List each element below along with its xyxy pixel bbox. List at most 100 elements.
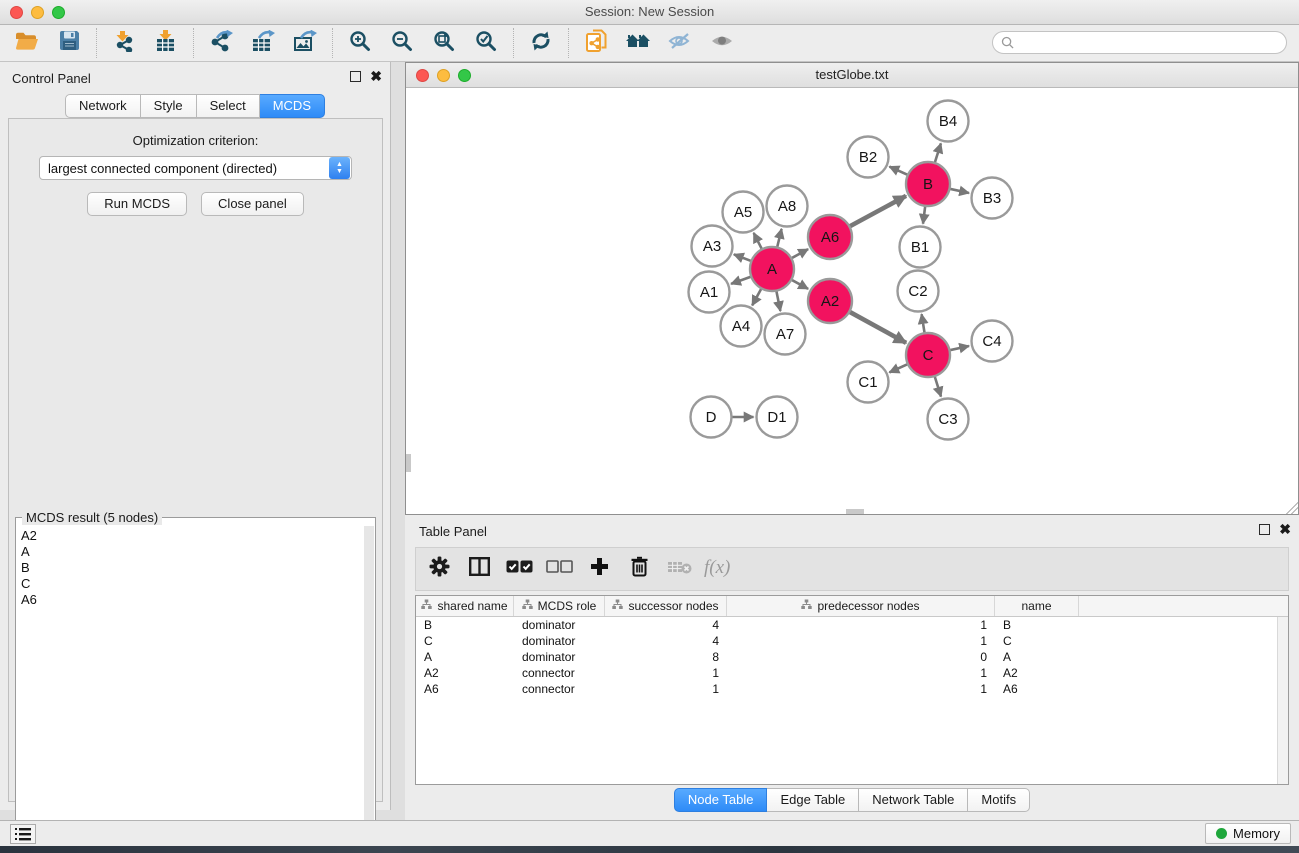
float-panel-icon[interactable] bbox=[350, 71, 361, 82]
show-all-button[interactable] bbox=[701, 27, 743, 59]
delete-column-button[interactable] bbox=[626, 554, 652, 584]
table-cell[interactable]: 0 bbox=[727, 649, 995, 665]
graph-node-B4[interactable]: B4 bbox=[928, 101, 969, 142]
graph-node-A5[interactable]: A5 bbox=[723, 192, 764, 233]
search-input[interactable] bbox=[992, 31, 1287, 54]
graph-node-A6[interactable]: A6 bbox=[808, 215, 852, 259]
memory-button[interactable]: Memory bbox=[1205, 823, 1291, 844]
canvas-vscroll[interactable] bbox=[406, 454, 411, 472]
graph-node-C1[interactable]: C1 bbox=[848, 362, 889, 403]
home-button[interactable] bbox=[617, 27, 659, 59]
zoom-in-button[interactable] bbox=[339, 27, 381, 59]
graph-edge-C-C4[interactable] bbox=[948, 346, 970, 351]
zoom-out-button[interactable] bbox=[381, 27, 423, 59]
table-cell[interactable]: A2 bbox=[995, 665, 1079, 681]
graph-edge-A6-B[interactable] bbox=[848, 196, 906, 228]
table-row[interactable]: A6connector11A6 bbox=[416, 681, 1288, 697]
graph-node-C3[interactable]: C3 bbox=[928, 399, 969, 440]
graph-node-A1[interactable]: A1 bbox=[689, 272, 730, 313]
refresh-button[interactable] bbox=[520, 27, 562, 59]
graph-edge-A-A1[interactable] bbox=[731, 276, 753, 284]
float-table-panel-icon[interactable] bbox=[1259, 524, 1270, 535]
graph-node-B1[interactable]: B1 bbox=[900, 227, 941, 268]
tab-edge-table[interactable]: Edge Table bbox=[767, 788, 859, 812]
save-button[interactable] bbox=[48, 27, 90, 59]
graph-node-B[interactable]: B bbox=[906, 162, 950, 206]
graph-edge-A2-C[interactable] bbox=[848, 311, 907, 343]
graph-edge-B-B3[interactable] bbox=[948, 188, 970, 193]
import-table-button[interactable] bbox=[145, 27, 187, 59]
table-cell[interactable]: connector bbox=[514, 665, 605, 681]
graph-edge-A-A4[interactable] bbox=[752, 287, 762, 306]
column-header-shared-name[interactable]: shared name bbox=[416, 596, 514, 616]
table-row[interactable]: Cdominator41C bbox=[416, 633, 1288, 649]
mcds-result-item[interactable]: B bbox=[21, 560, 364, 576]
table-cell[interactable]: 1 bbox=[605, 681, 727, 697]
graph-node-A[interactable]: A bbox=[750, 247, 794, 291]
columns-button[interactable] bbox=[466, 554, 492, 584]
tab-mcds[interactable]: MCDS bbox=[260, 94, 325, 118]
tab-network[interactable]: Network bbox=[65, 94, 141, 118]
graph-edge-A-A8[interactable] bbox=[777, 229, 782, 250]
graph-node-A3[interactable]: A3 bbox=[692, 226, 733, 267]
table-cell[interactable]: C bbox=[995, 633, 1079, 649]
run-mcds-button[interactable]: Run MCDS bbox=[87, 192, 187, 216]
graph-node-A2[interactable]: A2 bbox=[808, 279, 852, 323]
task-history-button[interactable] bbox=[10, 824, 36, 844]
graph-edge-C-C2[interactable] bbox=[922, 314, 925, 335]
function-builder-button[interactable]: f(x) bbox=[706, 554, 732, 584]
table-cell[interactable]: B bbox=[995, 617, 1079, 633]
graph-node-B3[interactable]: B3 bbox=[972, 178, 1013, 219]
graph-edge-C-C1[interactable] bbox=[889, 363, 909, 372]
table-cell[interactable]: dominator bbox=[514, 617, 605, 633]
new-network-from-selection-button[interactable] bbox=[575, 27, 617, 59]
tab-network-table[interactable]: Network Table bbox=[859, 788, 968, 812]
table-cell[interactable]: A6 bbox=[995, 681, 1079, 697]
graph-node-D[interactable]: D bbox=[691, 397, 732, 438]
select-all-button[interactable] bbox=[506, 554, 532, 584]
network-graph[interactable]: A B C A2 A6 A1 A3 A4 A5 A7 A8 B1 B2 B3 B… bbox=[406, 88, 1298, 514]
graph-node-D1[interactable]: D1 bbox=[757, 397, 798, 438]
graph-node-A7[interactable]: A7 bbox=[765, 314, 806, 355]
export-image-button[interactable] bbox=[284, 27, 326, 59]
table-scrollbar[interactable] bbox=[1277, 617, 1288, 784]
zoom-fit-button[interactable] bbox=[423, 27, 465, 59]
tab-node-table[interactable]: Node Table bbox=[674, 788, 768, 812]
table-row[interactable]: Bdominator41B bbox=[416, 617, 1288, 633]
graph-node-B2[interactable]: B2 bbox=[848, 137, 889, 178]
table-cell[interactable]: B bbox=[416, 617, 514, 633]
graph-edge-B-B2[interactable] bbox=[889, 167, 909, 176]
table-cell[interactable]: 1 bbox=[727, 617, 995, 633]
graph-node-C4[interactable]: C4 bbox=[972, 321, 1013, 362]
table-cell[interactable]: 1 bbox=[727, 633, 995, 649]
table-cell[interactable]: 4 bbox=[605, 617, 727, 633]
column-header-MCDS-role[interactable]: MCDS role bbox=[514, 596, 605, 616]
column-header-name[interactable]: name bbox=[995, 596, 1079, 616]
graph-node-A8[interactable]: A8 bbox=[767, 186, 808, 227]
resize-grip-icon[interactable] bbox=[1286, 502, 1298, 514]
deselect-all-button[interactable] bbox=[546, 554, 572, 584]
mcds-result-item[interactable]: A bbox=[21, 544, 364, 560]
network-canvas[interactable]: A B C A2 A6 A1 A3 A4 A5 A7 A8 B1 B2 B3 B… bbox=[406, 88, 1298, 514]
export-table-button[interactable] bbox=[242, 27, 284, 59]
table-cell[interactable]: A bbox=[416, 649, 514, 665]
export-network-button[interactable] bbox=[200, 27, 242, 59]
canvas-hscroll[interactable] bbox=[846, 509, 864, 514]
result-scrollbar[interactable] bbox=[364, 526, 374, 853]
table-row[interactable]: Adominator80A bbox=[416, 649, 1288, 665]
graph-node-C2[interactable]: C2 bbox=[898, 271, 939, 312]
gear-button[interactable] bbox=[426, 554, 452, 584]
table-cell[interactable]: 1 bbox=[605, 665, 727, 681]
add-column-button[interactable] bbox=[586, 554, 612, 584]
search-field[interactable] bbox=[1019, 36, 1278, 50]
close-panel-button[interactable]: Close panel bbox=[201, 192, 304, 216]
close-table-panel-icon[interactable]: ✖ bbox=[1279, 524, 1291, 535]
criterion-dropdown[interactable]: largest connected component (directed) ▲… bbox=[39, 156, 352, 180]
tab-select[interactable]: Select bbox=[197, 94, 260, 118]
graph-edge-B-B4[interactable] bbox=[934, 143, 941, 165]
table-cell[interactable]: 8 bbox=[605, 649, 727, 665]
column-header-predecessor-nodes[interactable]: predecessor nodes bbox=[727, 596, 995, 616]
table-cell[interactable]: connector bbox=[514, 681, 605, 697]
delete-table-button[interactable] bbox=[666, 554, 692, 584]
mcds-result-item[interactable]: A6 bbox=[21, 592, 364, 608]
